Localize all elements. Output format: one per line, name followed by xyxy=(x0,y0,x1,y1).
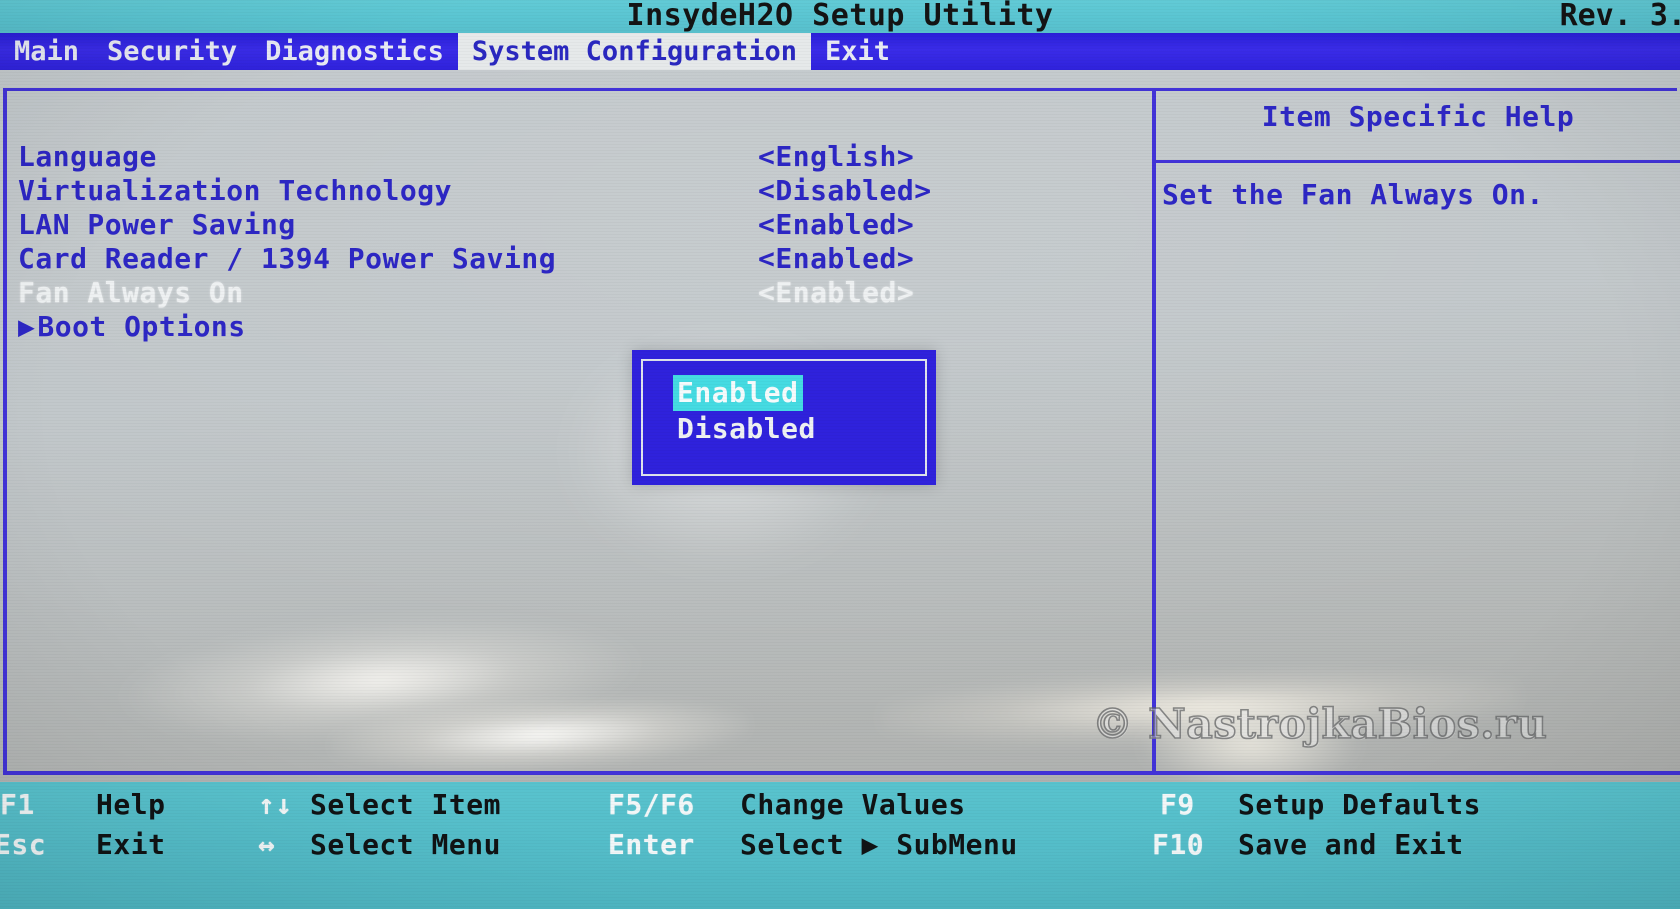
setting-label: ▶Boot Options xyxy=(18,310,246,344)
setting-label: LAN Power Saving xyxy=(18,208,296,241)
help-panel-text: Set the Fan Always On. xyxy=(1162,178,1544,211)
frame-left-border xyxy=(3,88,7,775)
setting-row-lan-power-saving[interactable]: LAN Power Saving <Enabled> xyxy=(18,208,1018,242)
setting-row-card-reader-1394-power-saving[interactable]: Card Reader / 1394 Power Saving <Enabled… xyxy=(18,242,1018,276)
function-key-row-2: Esc Exit ↔ Select Menu Enter Select ▶ Su… xyxy=(0,826,1680,864)
title-bar: InsydeH2O Setup Utility Rev. 3. xyxy=(0,0,1680,33)
frame-bottom-border xyxy=(3,771,1680,775)
fn-key-esc[interactable]: Esc xyxy=(0,826,46,864)
popup-option-enabled-wrap: Enabled xyxy=(673,375,925,411)
tab-diagnostics[interactable]: Diagnostics xyxy=(251,33,458,70)
fn-desc-select-submenu: Select ▶ SubMenu xyxy=(740,828,1018,861)
fn-desc-select-item: Select Item xyxy=(310,788,501,821)
fn-desc-setup-defaults: Setup Defaults xyxy=(1238,788,1482,821)
setting-value[interactable]: <English> xyxy=(758,140,914,174)
value-select-popup-inner: Enabled Disabled xyxy=(641,359,927,476)
fn-key-f1[interactable]: F1 xyxy=(0,786,35,824)
fn-desc-help: Help xyxy=(96,788,166,821)
watermark: © NastrojkaBios.ru xyxy=(1091,699,1548,749)
popup-option-enabled[interactable]: Enabled xyxy=(673,375,803,411)
function-key-row-1: F1 Help ↑↓ Select Item F5/F6 Change Valu… xyxy=(0,786,1680,824)
bios-screen: InsydeH2O Setup Utility Rev. 3. Main Sec… xyxy=(0,0,1680,909)
popup-option-disabled-wrap: Disabled xyxy=(677,411,925,447)
fn-key-f5-f6[interactable]: F5/F6 xyxy=(608,786,695,824)
setting-row-virtualization-technology[interactable]: Virtualization Technology <Disabled> xyxy=(18,174,1018,208)
tab-main[interactable]: Main xyxy=(0,33,93,70)
fn-key-arrow-updown: ↑↓ xyxy=(258,788,293,821)
setting-label: Card Reader / 1394 Power Saving xyxy=(18,242,557,275)
setting-row-language[interactable]: Language <English> xyxy=(18,140,1018,174)
setting-label: Fan Always On xyxy=(18,276,244,309)
setting-value[interactable]: <Disabled> xyxy=(758,174,932,208)
fn-desc-change-values: Change Values xyxy=(740,788,966,821)
popup-option-disabled[interactable]: Disabled xyxy=(677,411,816,447)
value-select-popup[interactable]: Enabled Disabled xyxy=(632,350,936,485)
settings-list: Language <English> Virtualization Techno… xyxy=(18,140,1018,344)
setting-label: Virtualization Technology xyxy=(18,174,452,207)
help-panel-divider xyxy=(1156,160,1680,163)
fn-key-f9[interactable]: F9 xyxy=(1160,786,1195,824)
fn-desc-select-menu: Select Menu xyxy=(310,828,501,861)
tab-security[interactable]: Security xyxy=(93,33,251,70)
setting-label-text: Boot Options xyxy=(37,310,246,343)
revision-label: Rev. 3. xyxy=(1559,0,1680,33)
setting-label: Language xyxy=(18,140,157,173)
fn-desc-exit: Exit xyxy=(96,828,166,861)
menu-bar[interactable]: Main Security Diagnostics System Configu… xyxy=(0,33,1680,70)
tab-system-configuration[interactable]: System Configuration xyxy=(457,33,811,70)
page-title: InsydeH2O Setup Utility xyxy=(626,0,1054,33)
panel-vertical-divider xyxy=(1152,88,1156,772)
frame-top-divider xyxy=(3,88,1677,91)
tab-exit[interactable]: Exit xyxy=(811,33,904,70)
fn-key-f10[interactable]: F10 xyxy=(1152,826,1204,864)
screen-glare xyxy=(116,602,644,758)
help-panel-title: Item Specific Help xyxy=(1261,100,1575,133)
fn-key-enter[interactable]: Enter xyxy=(608,826,695,864)
setting-value[interactable]: <Enabled> xyxy=(758,276,914,310)
setting-row-fan-always-on[interactable]: Fan Always On <Enabled> xyxy=(18,276,1018,310)
setting-row-boot-options[interactable]: ▶Boot Options xyxy=(18,310,1018,344)
screen-glare xyxy=(328,689,752,781)
fn-desc-save-and-exit: Save and Exit xyxy=(1238,828,1464,861)
fn-key-arrow-leftright: ↔ xyxy=(258,828,276,861)
setting-value[interactable]: <Enabled> xyxy=(758,242,914,276)
submenu-arrow-icon: ▶ xyxy=(18,310,36,343)
function-key-bar: F1 Help ↑↓ Select Item F5/F6 Change Valu… xyxy=(0,782,1680,909)
setting-value[interactable]: <Enabled> xyxy=(758,208,914,242)
